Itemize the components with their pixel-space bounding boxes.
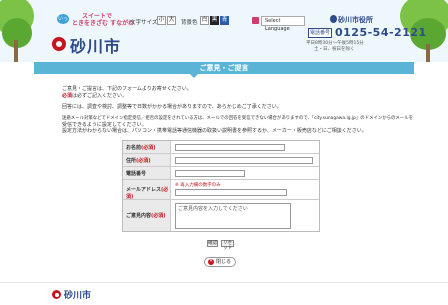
email-row: メールアドレス(必須) ※ 再入力欄の数字のみ: [123, 180, 319, 200]
catch-badge: いっ: [57, 14, 69, 24]
office-hours: 平日8時30分〜午後5時15分 土・日、祝日を除く: [306, 41, 364, 53]
text-size-small-button[interactable]: 小: [157, 16, 166, 25]
footer-emblem-icon: [52, 290, 61, 299]
email-note: ※ 再入力欄の数字のみ: [175, 183, 221, 188]
footer-logo[interactable]: 砂川市: [64, 288, 91, 301]
intro-line-6: 設定方法がわからない場合は、パソコン・携帯電話等通信機器の取扱い説明書を参照する…: [62, 128, 367, 134]
text-size-large-button[interactable]: 大: [167, 16, 176, 25]
reset-button[interactable]: リセット: [221, 240, 234, 251]
name-required: (必須): [141, 145, 156, 151]
intro-line-1: ご意見・ご提言は、下記のフォームよりお寄せください。: [62, 86, 192, 92]
hours-line-2: 土・日、祝日を除く: [314, 47, 355, 52]
catch-line-2: ときをきざむ すながわ: [72, 20, 135, 27]
close-button[interactable]: ✕ 閉じる: [204, 257, 236, 267]
address-label: 住所(必須): [123, 154, 171, 166]
phone-icon: [330, 15, 337, 23]
text-size-label: 文字サイズ: [130, 20, 158, 26]
phone-number: 0125-54-2121: [335, 26, 427, 39]
left-tree-trunk: [14, 40, 18, 62]
close-icon: ✕: [208, 259, 214, 265]
phone-row: 電話番号: [123, 167, 319, 180]
city-emblem-icon: [52, 37, 66, 51]
name-row: お名前(必須): [123, 141, 319, 154]
name-label: お名前(必須): [123, 141, 171, 153]
opinion-row: ご意見内容(必須) ご意見内容を入力してください: [123, 200, 319, 231]
intro-line-2: 必須は必ずご記入ください。: [62, 93, 127, 99]
opinion-form: お名前(必須) 住所(必須) 電話番号 メールアドレス(必須) ※ 再入力欄の数…: [122, 140, 320, 232]
opinion-required: (必須): [151, 213, 166, 219]
language-icon: [252, 17, 259, 24]
language-select[interactable]: Select Language: [261, 16, 305, 32]
city-catchphrase: スイートで ときをきざむ すながわ: [72, 13, 134, 27]
site-logo[interactable]: 砂川市: [70, 33, 121, 57]
opinion-label: ご意見内容(必須): [123, 200, 171, 231]
title-notch: [190, 74, 198, 78]
email-label: メールアドレス(必須): [123, 180, 171, 200]
page-title: ご意見・ご提言: [199, 64, 249, 72]
phone-label: 電話番号: [123, 167, 171, 179]
intro-line-3: 回答には、調査や検討、調整等で日数がかかる場合がありますので、あらかじめご了承く…: [62, 104, 282, 110]
phone-input[interactable]: [175, 170, 245, 177]
address-input[interactable]: [175, 157, 313, 164]
confirm-button[interactable]: 確認: [207, 240, 218, 247]
bg-color-label: 背景色: [181, 20, 198, 26]
close-label: 閉じる: [216, 259, 232, 265]
catch-line-1: スイートで: [82, 13, 113, 20]
intro-line-2-rest: は必ずご記入ください。: [72, 93, 128, 99]
bg-white-button[interactable]: 白: [200, 16, 209, 25]
office-name: 砂川市役所: [338, 16, 373, 24]
bg-blue-button[interactable]: 青: [220, 16, 229, 25]
page-title-band: ご意見・ご提言: [34, 62, 414, 74]
required-word: 必須: [62, 93, 73, 99]
opinion-textarea[interactable]: ご意見内容を入力してください: [175, 203, 291, 229]
bg-black-button[interactable]: 黒: [210, 16, 219, 25]
name-input[interactable]: [175, 144, 285, 151]
address-required: (必須): [136, 158, 151, 164]
phone-badge: 電話番号: [308, 28, 332, 38]
address-row: 住所(必須): [123, 154, 319, 167]
right-tree-trunk: [426, 44, 430, 62]
email-input[interactable]: [175, 189, 287, 196]
